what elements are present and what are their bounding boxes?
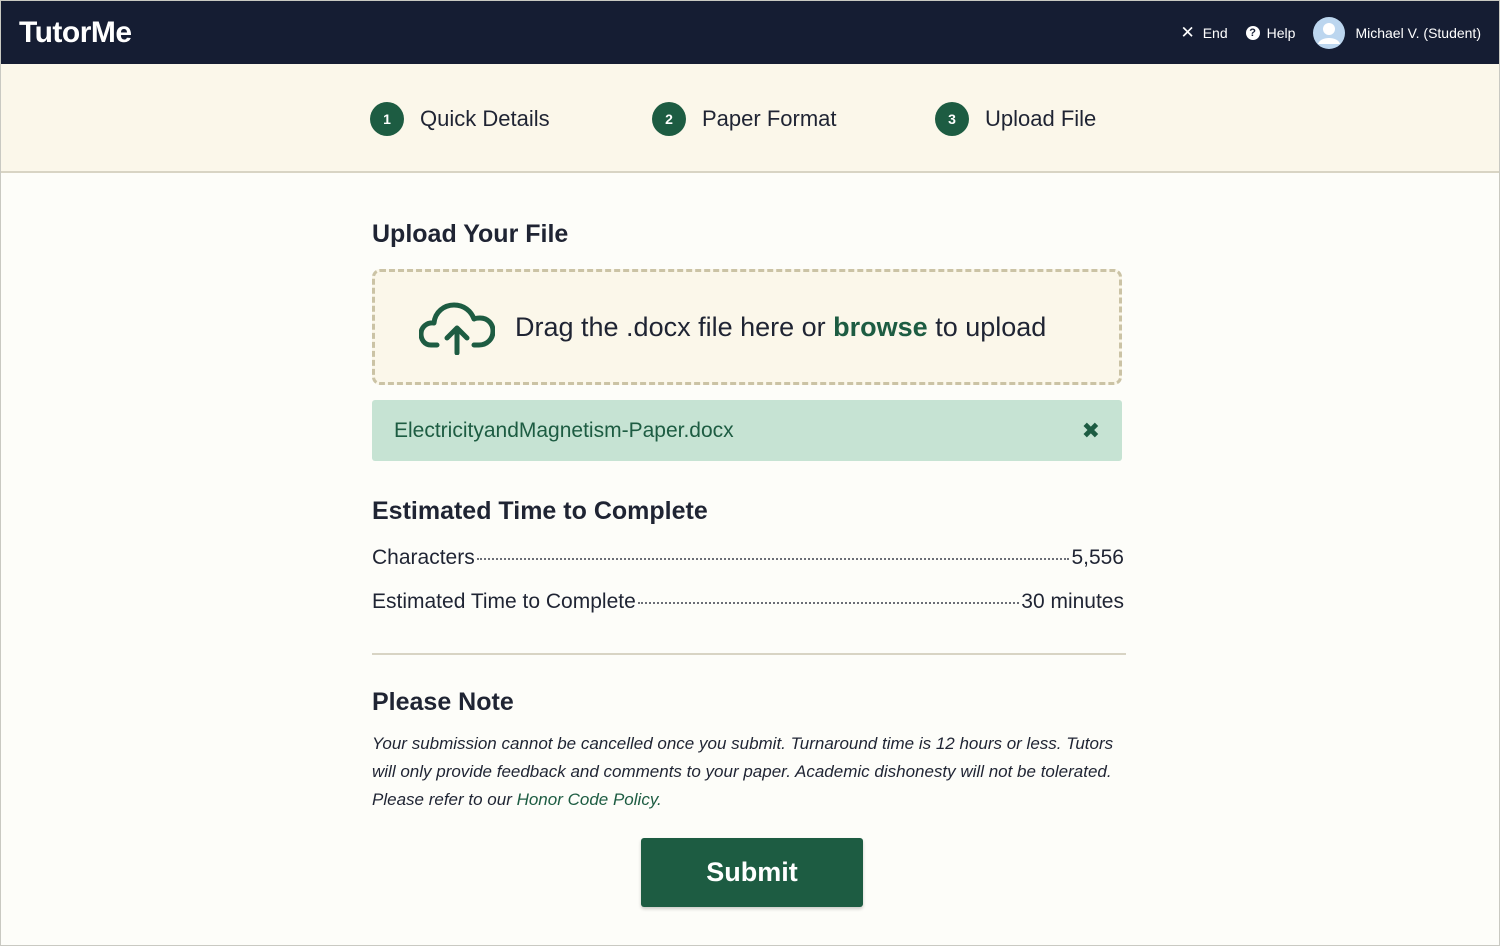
characters-row: Characters 5,556 <box>372 546 1124 570</box>
note-body: Your submission cannot be cancelled once… <box>372 734 1114 809</box>
cloud-upload-icon <box>419 302 495 355</box>
dot-leader <box>637 602 1020 604</box>
step-quick-details[interactable]: 1 Quick Details <box>370 102 550 136</box>
estimated-time-row: Estimated Time to Complete 30 minutes <box>372 590 1124 614</box>
user-avatar-icon <box>1313 16 1346 49</box>
step-number: 2 <box>652 102 686 136</box>
step-number: 3 <box>935 102 969 136</box>
top-actions: ✕ End ? Help Michael V. (Student) <box>1180 16 1481 49</box>
characters-label: Characters <box>372 546 475 569</box>
dot-leader <box>476 558 1070 560</box>
user-name: Michael V. (Student) <box>1355 24 1481 41</box>
file-dropzone[interactable]: Drag the .docx file here or browse to up… <box>372 269 1122 385</box>
step-label: Quick Details <box>420 106 550 131</box>
top-navigation-bar: TutorMe ✕ End ? Help Michael V. (Student… <box>1 1 1499 64</box>
estimated-time-label: Estimated Time to Complete <box>372 590 636 613</box>
note-text: Your submission cannot be cancelled once… <box>372 730 1132 814</box>
honor-code-policy-link[interactable]: Honor Code Policy. <box>517 790 662 809</box>
end-label: End <box>1202 24 1228 41</box>
uploaded-file-row: ElectricityandMagnetism-Paper.docx ✖ <box>372 400 1122 461</box>
submit-button[interactable]: Submit <box>641 838 863 907</box>
browse-link[interactable]: browse <box>833 312 928 342</box>
user-menu[interactable]: Michael V. (Student) <box>1313 16 1481 49</box>
upload-title: Upload Your File <box>372 220 569 248</box>
help-button[interactable]: ? Help <box>1245 24 1296 41</box>
dropzone-text-after: to upload <box>927 311 1047 342</box>
step-paper-format[interactable]: 2 Paper Format <box>652 102 837 136</box>
help-label: Help <box>1266 24 1296 41</box>
close-icon: ✕ <box>1180 23 1195 42</box>
remove-file-icon[interactable]: ✖ <box>1082 419 1100 442</box>
step-label: Upload File <box>985 106 1097 131</box>
tutorme-logo[interactable]: TutorMe <box>19 16 132 50</box>
progress-steps: 1 Quick Details 2 Paper Format 3 Upload … <box>1 64 1499 173</box>
note-title: Please Note <box>372 688 514 716</box>
estimated-time-value: 30 minutes <box>1021 590 1124 613</box>
step-number: 1 <box>370 102 404 136</box>
characters-value: 5,556 <box>1071 546 1124 569</box>
end-session-button[interactable]: ✕ End <box>1180 24 1227 41</box>
dropzone-text-before: Drag the .docx file here or <box>515 311 834 342</box>
step-label: Paper Format <box>702 106 837 131</box>
uploaded-file-name: ElectricityandMagnetism-Paper.docx <box>394 418 734 442</box>
help-circle-icon: ? <box>1245 25 1260 40</box>
section-divider <box>372 653 1126 655</box>
estimate-title: Estimated Time to Complete <box>372 497 708 525</box>
step-upload-file[interactable]: 3 Upload File <box>935 102 1096 136</box>
dropzone-text: Drag the .docx file here or browse to up… <box>515 312 1046 343</box>
